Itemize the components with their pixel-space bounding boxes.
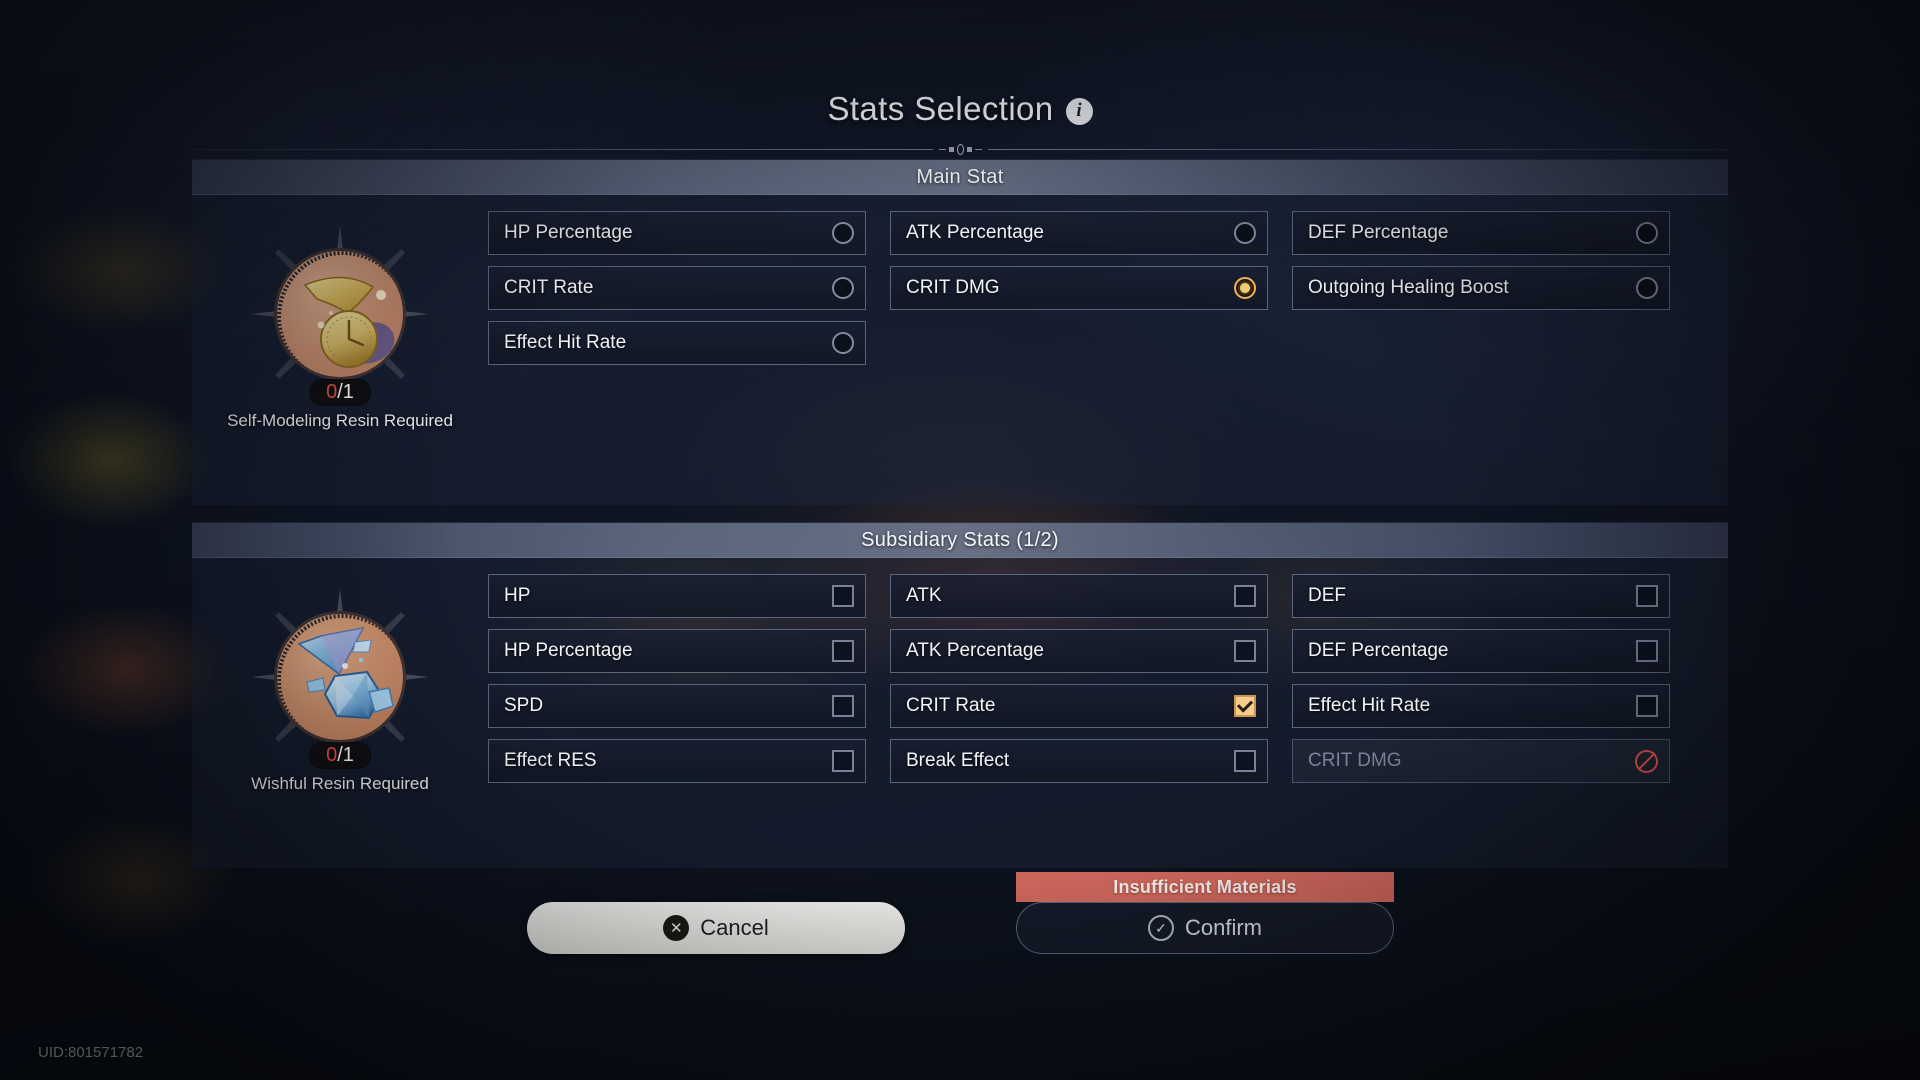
checkbox-unchecked-icon[interactable] (832, 750, 854, 772)
footer-actions: Insufficient Materials ✕ Cancel ✓ Confir… (0, 885, 1920, 975)
checkbox-checked-icon[interactable] (1234, 695, 1256, 717)
wishful-resin-count: 0/1 (310, 743, 370, 768)
resin-count-need: 1 (343, 744, 354, 766)
page-title-row: Stats Selection i (0, 90, 1920, 128)
main-stat-section-title: Main Stat (916, 166, 1003, 189)
close-circle-icon: ✕ (663, 915, 689, 941)
radio-unselected-icon[interactable] (1234, 222, 1256, 244)
checkbox-unchecked-icon[interactable] (1636, 695, 1658, 717)
checkbox-unchecked-icon[interactable] (832, 695, 854, 717)
stat-option-label: ATK (906, 585, 1234, 607)
subsidiary-stat-option-row[interactable]: Break Effect (890, 739, 1268, 783)
subsidiary-stat-option-row[interactable]: ATK Percentage (890, 629, 1268, 673)
divider-line-left (192, 149, 933, 150)
subsidiary-stat-option-row[interactable]: CRIT Rate (890, 684, 1268, 728)
subsidiary-stat-option-row[interactable]: DEF Percentage (1292, 629, 1670, 673)
title-divider (192, 142, 1728, 156)
page-title: Stats Selection (827, 90, 1053, 128)
stat-option-label: CRIT DMG (1308, 750, 1635, 772)
main-stat-option-row[interactable]: Effect Hit Rate (488, 321, 866, 365)
subsidiary-stat-option-row[interactable]: Effect RES (488, 739, 866, 783)
stat-option-label: HP Percentage (504, 222, 832, 244)
self-modeling-resin-icon: 0/1 (251, 225, 429, 403)
subsidiary-stat-option-row[interactable]: HP (488, 574, 866, 618)
subsidiary-stats-section-title: Subsidiary Stats (1/2) (861, 529, 1059, 552)
confirm-button[interactable]: ✓ Confirm (1016, 902, 1394, 954)
stat-option-label: ATK Percentage (906, 640, 1234, 662)
radio-unselected-icon[interactable] (1636, 277, 1658, 299)
resin-item-art (274, 611, 406, 743)
radio-unselected-icon[interactable] (832, 222, 854, 244)
checkbox-unchecked-icon[interactable] (832, 585, 854, 607)
checkbox-unchecked-icon[interactable] (1636, 640, 1658, 662)
self-modeling-resin-count: 0/1 (310, 380, 370, 405)
radio-unselected-icon[interactable] (832, 277, 854, 299)
self-modeling-resin-block: 0/1 Self-Modeling Resin Required (192, 211, 488, 431)
self-modeling-resin-label: Self-Modeling Resin Required (227, 411, 453, 431)
stat-option-label: DEF (1308, 585, 1636, 607)
radio-unselected-icon[interactable] (1636, 222, 1658, 244)
main-stat-option-row[interactable]: CRIT Rate (488, 266, 866, 310)
main-stat-option-row[interactable]: ATK Percentage (890, 211, 1268, 255)
subsidiary-stat-option-row[interactable]: DEF (1292, 574, 1670, 618)
main-stat-options-grid: HP Percentage ATK Percentage DEF Percentag… (488, 211, 1728, 431)
stat-option-label: CRIT Rate (504, 277, 832, 299)
subsidiary-stat-option-row[interactable]: ATK (890, 574, 1268, 618)
stat-option-label: Effect Hit Rate (504, 332, 832, 354)
main-stat-section-header: Main Stat (192, 160, 1728, 195)
divider-line-right (988, 149, 1729, 150)
stat-option-label: HP Percentage (504, 640, 832, 662)
resin-count-have: 0 (326, 744, 337, 766)
stat-option-label: DEF Percentage (1308, 640, 1636, 662)
subsidiary-stat-option-row[interactable]: Effect Hit Rate (1292, 684, 1670, 728)
stat-option-label: CRIT DMG (906, 277, 1234, 299)
main-stat-option-row[interactable]: Outgoing Healing Boost (1292, 266, 1670, 310)
checkbox-unchecked-icon[interactable] (1234, 585, 1256, 607)
wishful-resin-block: 0/1 Wishful Resin Required (192, 574, 488, 794)
main-stat-option-row[interactable]: DEF Percentage (1292, 211, 1670, 255)
stat-option-label: ATK Percentage (906, 222, 1234, 244)
main-stat-panel: Main Stat (192, 159, 1728, 505)
confirm-button-label: Confirm (1185, 915, 1262, 941)
subsidiary-stats-panel: Subsidiary Stats (1/2) (192, 522, 1728, 868)
subsidiary-stat-option-row[interactable]: SPD (488, 684, 866, 728)
cancel-button-label: Cancel (700, 915, 768, 941)
checkbox-unchecked-icon[interactable] (1636, 585, 1658, 607)
stat-option-label: CRIT Rate (906, 695, 1234, 717)
stat-option-label: Outgoing Healing Boost (1308, 277, 1636, 299)
subsidiary-stats-options-grid: HP ATK DEF HP Percentage ATK Percentage DEF P… (488, 574, 1728, 794)
radio-selected-icon[interactable] (1234, 277, 1256, 299)
resin-count-need: 1 (343, 381, 354, 403)
wishful-resin-icon: 0/1 (251, 588, 429, 766)
stat-option-label: Effect Hit Rate (1308, 695, 1636, 717)
insufficient-materials-banner: Insufficient Materials (1016, 872, 1394, 902)
stat-option-label: Effect RES (504, 750, 832, 772)
subsidiary-stat-option-row[interactable]: HP Percentage (488, 629, 866, 673)
checkbox-unchecked-icon[interactable] (832, 640, 854, 662)
uid-text: UID:801571782 (38, 1044, 143, 1061)
stat-option-label: SPD (504, 695, 832, 717)
blocked-icon (1635, 750, 1658, 773)
checkbox-unchecked-icon[interactable] (1234, 640, 1256, 662)
subsidiary-stats-section-header: Subsidiary Stats (1/2) (192, 523, 1728, 558)
resin-item-art (274, 248, 406, 380)
main-stat-option-row[interactable]: CRIT DMG (890, 266, 1268, 310)
stat-option-label: HP (504, 585, 832, 607)
stat-option-label: Break Effect (906, 750, 1234, 772)
main-stat-option-row[interactable]: HP Percentage (488, 211, 866, 255)
stat-option-label: DEF Percentage (1308, 222, 1636, 244)
cancel-button[interactable]: ✕ Cancel (527, 902, 905, 954)
wishful-resin-label: Wishful Resin Required (251, 774, 429, 794)
checkbox-unchecked-icon[interactable] (1234, 750, 1256, 772)
divider-ornament (939, 144, 982, 155)
info-icon[interactable]: i (1066, 98, 1093, 125)
resin-count-have: 0 (326, 381, 337, 403)
subsidiary-stat-option-row: CRIT DMG (1292, 739, 1670, 783)
radio-unselected-icon[interactable] (832, 332, 854, 354)
check-circle-icon: ✓ (1148, 915, 1174, 941)
